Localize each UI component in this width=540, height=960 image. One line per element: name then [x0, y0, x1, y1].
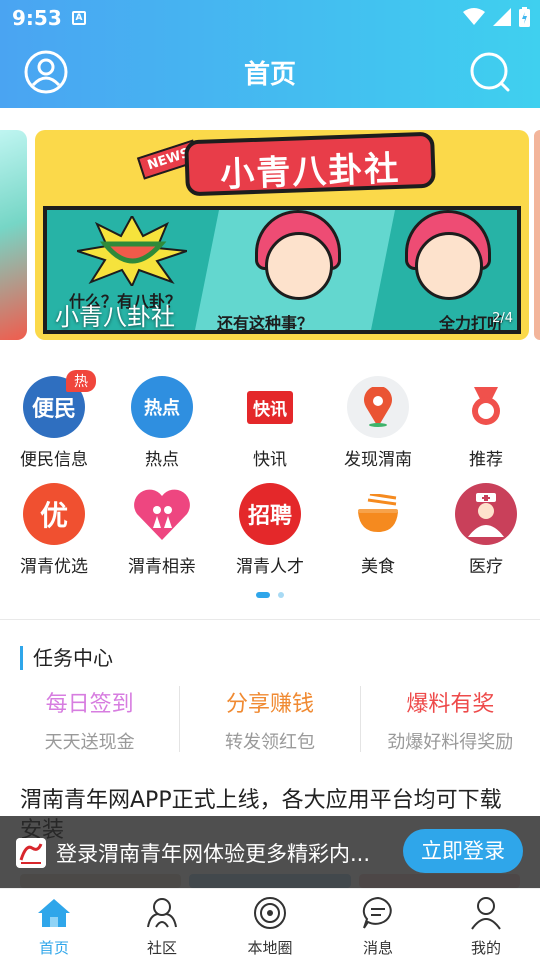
grid-item-label: 推荐: [469, 450, 503, 470]
page-title: 首页: [243, 60, 296, 90]
hot-search-icon: 热点: [131, 376, 193, 438]
tab-label: 社区: [146, 939, 177, 957]
notification-a-icon: A: [72, 11, 86, 25]
grid-item-hot[interactable]: 热点 热点: [108, 370, 216, 477]
grid-item-select[interactable]: 优 渭青优选: [0, 477, 108, 584]
select-icon: 优: [23, 483, 85, 545]
profile-icon: [471, 897, 501, 930]
bottom-tab-bar: 首页 社区 本地圈 消息 我的: [0, 888, 540, 960]
grid-item-dating[interactable]: 渭青相亲: [108, 477, 216, 584]
watermelon-icon: [77, 216, 187, 286]
grid-item-talent[interactable]: 招聘 渭青人才: [216, 477, 324, 584]
tab-label: 消息: [362, 939, 393, 957]
task-center: 每日签到 天天送现金 分享赚钱 转发领红包 爆料有奖 劲爆好料得奖励: [0, 686, 540, 753]
search-icon[interactable]: [468, 50, 512, 94]
task-subtitle: 天天送现金: [44, 732, 135, 753]
task-checkin[interactable]: 每日签到 天天送现金: [0, 686, 179, 753]
message-icon: [362, 896, 392, 929]
section-divider: [0, 619, 540, 620]
local-circle-icon: [254, 897, 286, 929]
tab-local-circle[interactable]: 本地圈: [216, 889, 324, 960]
grid-item-label: 热点: [145, 450, 179, 470]
grid-item-convenience[interactable]: 便民 热 便民信息: [0, 370, 108, 477]
banner-title: 小青八卦社: [219, 148, 401, 196]
noodle-bowl-icon: [347, 483, 409, 545]
banner-title-box: 小青八卦社: [184, 131, 436, 197]
tab-label: 我的: [470, 939, 501, 957]
task-report[interactable]: 爆料有奖 劲爆好料得奖励: [359, 686, 540, 753]
login-button[interactable]: 立即登录: [403, 829, 523, 873]
grid-row-2: 优 渭青优选 渭青相亲 招聘 渭青人才 美食 医疗: [0, 477, 540, 584]
tab-label: 首页: [38, 939, 69, 957]
newsflash-icon: 快讯: [239, 376, 301, 438]
banner-prev-slide[interactable]: [0, 130, 27, 340]
medal-icon: [455, 376, 517, 438]
task-title: 爆料有奖: [406, 692, 495, 717]
task-share[interactable]: 分享赚钱 转发领红包: [179, 686, 359, 753]
grid-item-food[interactable]: 美食: [324, 477, 432, 584]
grid-item-recommend[interactable]: 推荐: [432, 370, 540, 477]
grid-page-indicator: [0, 592, 540, 598]
grid-item-discover[interactable]: 发现渭南: [324, 370, 432, 477]
top-header: 首页: [0, 36, 540, 108]
status-time: 9:53: [12, 6, 62, 30]
home-icon: [38, 899, 70, 927]
banner-overlay-title: 小青八卦社: [55, 303, 175, 331]
newsflash-icon-text: 快讯: [247, 390, 293, 424]
task-title: 分享赚钱: [225, 692, 314, 717]
task-subtitle: 转发领红包: [224, 732, 315, 753]
function-grid: 便民 热 便民信息 热点 热点 快讯 快讯 发现渭南 推荐 优 渭青优选 渭青相…: [0, 370, 540, 584]
page-dot-active: [256, 592, 270, 598]
heart-couple-icon: [131, 483, 193, 545]
banner-slide[interactable]: NEWS 小青八卦社 什么？有八卦？ 还有这种事？ 全力打听 小青八卦社 2/4: [35, 130, 529, 340]
hot-badge: 热: [66, 370, 96, 392]
grid-item-label: 渭青人才: [236, 557, 304, 577]
banner-carousel[interactable]: NEWS 小青八卦社 什么？有八卦？ 还有这种事？ 全力打听 小青八卦社 2/4: [0, 108, 540, 358]
grid-item-newsflash[interactable]: 快讯 快讯: [216, 370, 324, 477]
signal-icon: [493, 8, 511, 26]
grid-item-label: 发现渭南: [344, 450, 412, 470]
tab-community[interactable]: 社区: [108, 889, 216, 960]
grid-item-label: 医疗: [469, 557, 503, 577]
grid-item-medical[interactable]: 医疗: [432, 477, 540, 584]
grid-item-label: 渭青相亲: [128, 557, 196, 577]
recruit-icon: 招聘: [239, 483, 301, 545]
comic-girl-face: [265, 232, 333, 300]
nurse-icon: [455, 483, 517, 545]
map-pin-icon: [347, 376, 409, 438]
grid-item-label: 美食: [361, 557, 395, 577]
task-subtitle: 劲爆好料得奖励: [387, 732, 514, 753]
tab-home[interactable]: 首页: [0, 889, 108, 960]
tab-label: 本地圈: [247, 939, 293, 957]
community-icon: [147, 898, 177, 928]
task-title: 每日签到: [45, 692, 134, 717]
grid-item-label: 快讯: [253, 450, 287, 470]
grid-row-1: 便民 热 便民信息 热点 热点 快讯 快讯 发现渭南 推荐: [0, 370, 540, 477]
login-prompt-text: 登录渭南青年网体验更多精彩内...: [56, 842, 371, 866]
battery-icon: [519, 7, 530, 27]
grid-item-label: 渭青优选: [20, 557, 88, 577]
banner-caption-mid: 还有这种事？: [217, 314, 314, 333]
tab-messages[interactable]: 消息: [324, 889, 432, 960]
comic-girl-face-2: [415, 232, 483, 300]
page-dot: [278, 592, 284, 598]
task-center-title: 任务中心: [20, 646, 113, 670]
system-icons: [463, 7, 530, 27]
status-bar: 9:53 A: [0, 0, 540, 36]
banner-pager: 2/4: [492, 311, 513, 326]
wifi-icon: [463, 8, 485, 25]
login-prompt-bar: 登录渭南青年网体验更多精彩内... 立即登录: [0, 816, 540, 888]
banner-next-slide[interactable]: [534, 130, 540, 340]
grid-item-label: 便民信息: [20, 450, 88, 470]
app-logo-icon: [16, 838, 46, 868]
tab-profile[interactable]: 我的: [432, 889, 540, 960]
